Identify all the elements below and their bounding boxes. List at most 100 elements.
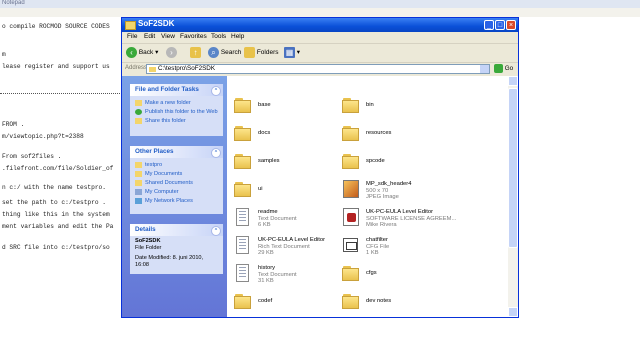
text-document-icon (236, 208, 249, 226)
details-date: Date Modified: 8. juni 2010, 16:08 (135, 255, 204, 268)
vertical-scrollbar[interactable] (508, 76, 518, 317)
file-name: docs (258, 130, 271, 136)
views-button[interactable]: ▦ ▾ (284, 47, 300, 59)
details-panel: Details ⌃ SoF2SDK File Folder Date Modif… (130, 224, 223, 274)
minimize-button[interactable]: _ (484, 20, 494, 30)
file-item-mp-sdk-header[interactable]: MP_sdk_header4 500 x 70 JPEG Image (340, 178, 470, 204)
folder-icon (342, 266, 359, 281)
notepad-line: .filefront.com/file/Soldier_of (2, 165, 114, 172)
explorer-window: SoF2SDK _ □ × File Edit View Favorites T… (121, 17, 519, 318)
file-name: history (258, 265, 276, 271)
address-value: C:\testpro\SoF2SDK (158, 65, 216, 72)
notepad-text-area[interactable]: o compile ROCMOD SOURCE CODES m lease re… (0, 18, 130, 348)
pdf-document-icon (343, 208, 359, 226)
place-my-computer[interactable]: My Computer (130, 188, 223, 197)
notepad-titlebar: Notepad (0, 0, 640, 8)
menu-edit[interactable]: Edit (144, 33, 155, 40)
menu-favorites[interactable]: Favorites (180, 33, 207, 40)
file-type: JPEG Image (366, 194, 399, 201)
file-size: 6 KB (258, 222, 271, 229)
file-name: resources (366, 130, 392, 136)
notepad-line: ment variables and edit the Pa (2, 223, 114, 230)
collapse-icon[interactable]: ⌃ (211, 226, 221, 236)
file-item-cfgs[interactable]: cfgs (340, 262, 470, 288)
place-testpro[interactable]: testpro (130, 161, 223, 170)
place-my-documents[interactable]: My Documents (130, 170, 223, 179)
file-tasks-header[interactable]: File and Folder Tasks ⌃ (130, 84, 223, 96)
place-shared-documents[interactable]: Shared Documents (130, 179, 223, 188)
computer-icon (135, 189, 142, 195)
address-input[interactable]: C:\testpro\SoF2SDK (146, 64, 490, 74)
file-size: 29 KB (258, 250, 274, 257)
file-name: MP_sdk_header4 (366, 181, 412, 187)
forward-button[interactable]: › (166, 47, 177, 59)
file-name: base (258, 102, 271, 108)
up-folder-button[interactable]: ↑ (190, 47, 201, 59)
notepad-divider (0, 93, 128, 94)
task-share-folder[interactable]: Share this folder (130, 117, 223, 126)
other-places-header[interactable]: Other Places ⌃ (130, 146, 223, 158)
collapse-icon[interactable]: ⌃ (211, 148, 221, 158)
file-name: UK-PC-EULA Level Editor (258, 237, 326, 243)
file-name: UK-PC-EULA Level Editor (366, 209, 434, 215)
address-bar: Address C:\testpro\SoF2SDK Go (122, 63, 518, 75)
address-label: Address (125, 65, 148, 71)
search-button[interactable]: ⌕ Search (208, 47, 241, 59)
file-item-spcode[interactable]: spcode (340, 150, 470, 176)
close-button[interactable]: × (506, 20, 516, 30)
folder-icon (234, 182, 251, 197)
file-item-dev-notes[interactable]: dev notes (340, 290, 470, 316)
file-author: Mike Rivera (366, 222, 397, 229)
file-item-resources[interactable]: resources (340, 122, 470, 148)
toolbar: ‹ Back ▾ › ↑ ⌕ Search Folders ▦ ▾ (122, 44, 518, 63)
file-description: SOFTWARE LICENSE AGREEM... (366, 215, 457, 222)
address-dropdown-icon[interactable] (480, 65, 489, 73)
file-info: MP_sdk_header4 500 x 70 JPEG Image (366, 181, 411, 201)
text-document-icon (236, 264, 249, 282)
notepad-line: thing like this in the system (2, 211, 110, 218)
collapse-icon[interactable]: ⌃ (211, 86, 221, 96)
scroll-down-icon[interactable] (508, 307, 518, 317)
file-item-nfs[interactable]: nfs (340, 314, 470, 317)
share-icon (135, 118, 142, 124)
place-label: My Network Places (145, 198, 193, 204)
file-item-eula-pdf[interactable]: UK-PC-EULA Level Editor SOFTWARE LICENSE… (340, 206, 470, 232)
place-my-network[interactable]: My Network Places (130, 197, 223, 206)
back-button[interactable]: ‹ Back ▾ (126, 47, 158, 59)
folders-button[interactable]: Folders (244, 47, 279, 59)
scroll-thumb[interactable] (508, 88, 518, 248)
task-label: Share this folder (145, 118, 186, 124)
notepad-line: lease register and support us (2, 63, 110, 70)
file-name: chatfilter (366, 237, 388, 243)
file-name: bin (366, 102, 374, 108)
file-type: Text Document (258, 215, 297, 222)
maximize-button[interactable]: □ (495, 20, 505, 30)
menu-bar: File Edit View Favorites Tools Help (122, 32, 518, 44)
details-header[interactable]: Details ⌃ (130, 224, 223, 236)
task-make-folder[interactable]: Make a new folder (130, 99, 223, 108)
folders-label: Folders (256, 49, 279, 57)
menu-file[interactable]: File (127, 33, 137, 40)
go-button[interactable]: Go (494, 64, 513, 73)
menu-tools[interactable]: Tools (211, 33, 226, 40)
file-list: base bin docs resources samples spcode u… (228, 76, 508, 317)
folders-icon (244, 47, 255, 58)
scroll-up-icon[interactable] (508, 76, 518, 86)
task-label: Make a new folder (145, 100, 191, 106)
menu-help[interactable]: Help (231, 33, 244, 40)
task-pane: File and Folder Tasks ⌃ Make a new folde… (122, 76, 227, 317)
task-publish-folder[interactable]: Publish this folder to the Web (130, 108, 223, 117)
file-item-chatfilter[interactable]: chatfilter CFG File 1 KB (340, 234, 470, 260)
file-name: dev notes (366, 298, 392, 304)
file-item-bin[interactable]: bin (340, 94, 470, 120)
window-titlebar[interactable]: SoF2SDK _ □ × (122, 18, 518, 32)
search-label: Search (220, 49, 242, 57)
back-label: Back (138, 49, 154, 57)
place-label: Shared Documents (145, 180, 193, 186)
go-arrow-icon (494, 64, 503, 73)
menu-view[interactable]: View (161, 33, 175, 40)
rich-text-document-icon (236, 236, 249, 254)
folder-icon (149, 67, 156, 72)
file-dimensions: 500 x 70 (366, 187, 389, 194)
folder-icon (234, 126, 251, 141)
